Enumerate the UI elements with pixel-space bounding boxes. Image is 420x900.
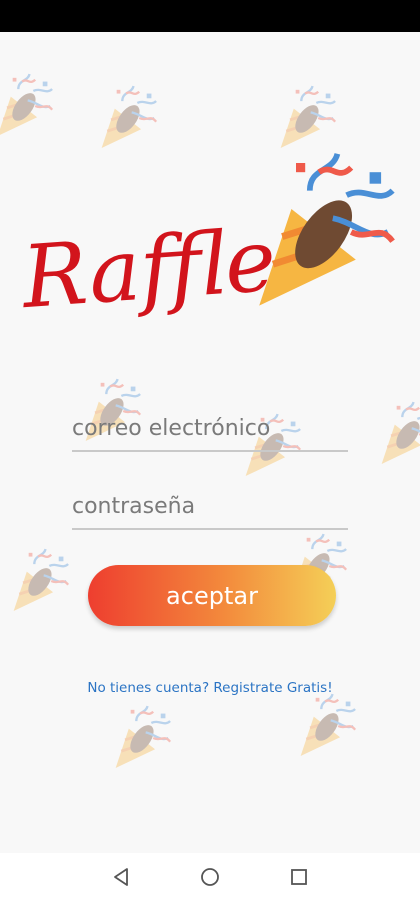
circle-home-icon — [201, 868, 219, 886]
party-popper-icon — [100, 84, 158, 150]
email-field[interactable] — [72, 406, 348, 452]
app-logo: Raffle! — [18, 145, 418, 328]
register-link[interactable]: No tienes cuenta? Registrate Gratis! — [0, 680, 420, 696]
party-popper-icon — [12, 547, 70, 613]
square-recents-icon — [291, 869, 307, 885]
status-bar — [0, 0, 420, 32]
accept-button[interactable]: aceptar — [88, 565, 336, 626]
password-field[interactable] — [72, 484, 348, 530]
party-popper-icon — [114, 704, 172, 770]
party-popper-icon — [380, 400, 420, 466]
recents-button[interactable] — [284, 863, 314, 891]
party-popper-icon — [299, 692, 357, 758]
logo-text: Raffle! — [18, 208, 314, 328]
home-button[interactable] — [195, 863, 225, 891]
back-button[interactable] — [106, 863, 136, 891]
triangle-back-icon — [114, 868, 128, 886]
navigation-bar — [0, 853, 420, 900]
party-popper-icon — [279, 84, 337, 150]
party-popper-icon — [0, 72, 54, 138]
